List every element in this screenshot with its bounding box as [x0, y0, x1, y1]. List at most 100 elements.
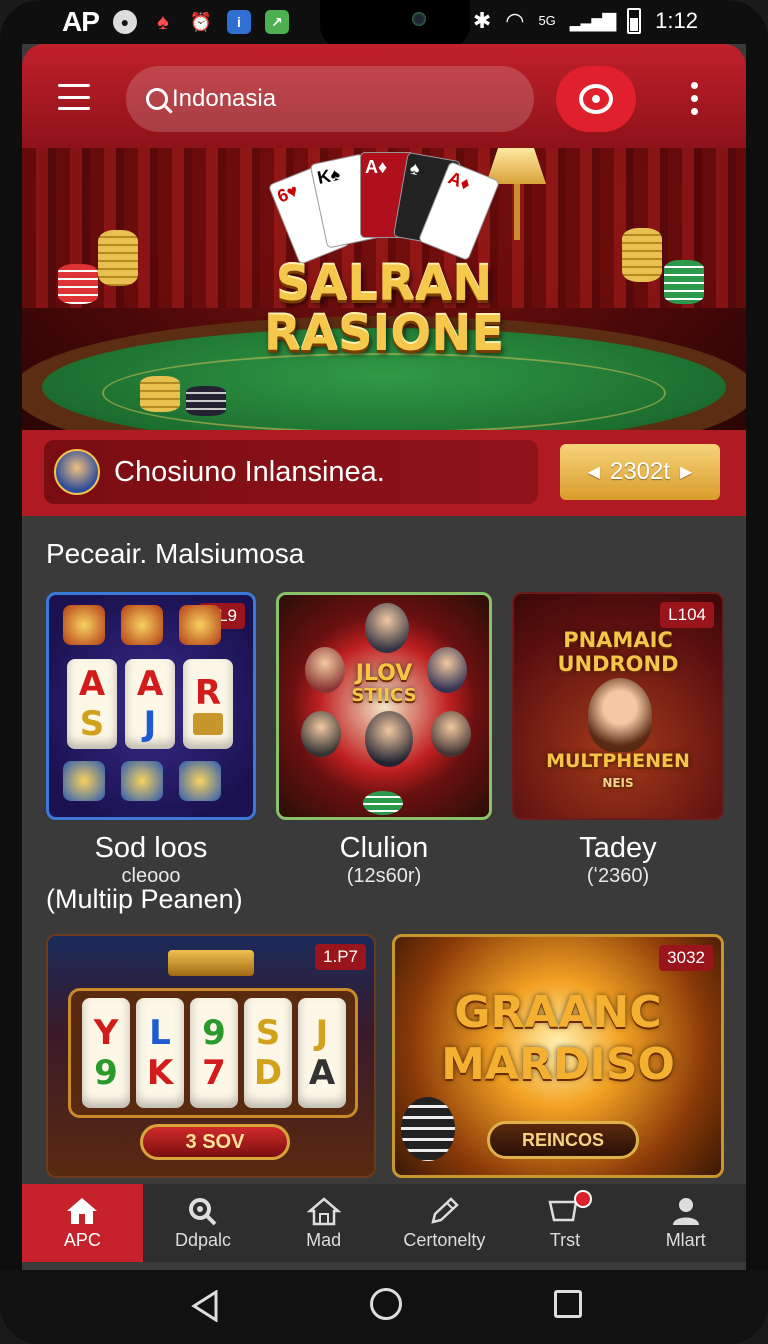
game-art-title: MARDISO — [441, 1039, 675, 1090]
reel-symbol: L — [149, 1013, 171, 1053]
nav-label: Ddpalc — [174, 1229, 232, 1250]
nav-item-profile[interactable]: Mlart — [625, 1184, 746, 1262]
slot-symbol — [63, 761, 105, 801]
status-bar: AP ● ♠ ⏰ i ↗ ✱ ◠ 5G ▂▃▅▇ 1:12 — [22, 0, 746, 48]
app-header — [22, 44, 746, 148]
home-icon — [67, 1197, 98, 1224]
game-tag: 3032 — [659, 945, 713, 971]
promo-banner[interactable]: Chosiuno Inlansinea. — [44, 440, 538, 504]
game-art-title: UNDROND — [557, 652, 679, 676]
chip-stack — [363, 791, 403, 815]
carrier-label: AP — [62, 6, 100, 37]
game-tag: L104 — [660, 602, 714, 628]
nav-item-map[interactable]: Mad — [263, 1184, 384, 1262]
reel: S D — [244, 998, 292, 1108]
game-name: Sod loos — [94, 832, 208, 864]
alarm-icon: ⏰ — [189, 11, 213, 32]
chip-stack — [401, 1097, 455, 1161]
game-caption-3: Tadey (ʻ2360) — [512, 832, 724, 888]
bottom-navigation: APC Ddpalc Mad Certonelty Trst Mlart — [22, 1184, 746, 1262]
reel-symbol: S — [255, 1013, 281, 1053]
edit-icon — [431, 1196, 460, 1224]
notification-badge — [574, 1189, 593, 1208]
portrait — [427, 647, 467, 693]
game-art-subtitle: NEIS — [602, 776, 634, 790]
hero-title-line2: RASIONE — [263, 306, 505, 362]
hero-title-line1: SALRAN — [275, 256, 493, 312]
nav-item-cart[interactable]: Trst — [505, 1184, 626, 1262]
nav-item-search[interactable]: Ddpalc — [143, 1184, 264, 1262]
slot-machine-topper — [168, 950, 254, 976]
app-screen: AP ● ♠ ⏰ i ↗ ✱ ◠ 5G ▂▃▅▇ 1:12 Indonasia … — [22, 0, 746, 1270]
portrait — [365, 603, 409, 653]
symbol-row-bottom — [63, 761, 221, 801]
promo-text: Chosiuno Inlansinea. — [114, 455, 385, 488]
cart-icon — [548, 1189, 593, 1226]
promo-strip: Chosiuno Inlansinea. ◀ 2302t ▶ — [22, 430, 746, 516]
reel: L K — [136, 998, 184, 1108]
slot-symbol — [121, 761, 163, 801]
reel-symbol: R — [194, 673, 222, 713]
promo-counter-button[interactable]: ◀ 2302t ▶ — [560, 444, 720, 500]
chest-icon — [193, 713, 223, 735]
slot-symbol — [179, 605, 221, 645]
menu-icon[interactable] — [58, 84, 90, 110]
game-art-title: MULTPHENEN — [546, 750, 690, 772]
reel-symbol: Y — [93, 1013, 119, 1053]
camera-notch — [320, 0, 470, 48]
portrait — [365, 711, 413, 767]
reel-symbol: 9 — [202, 1013, 226, 1053]
location-icon: ● — [112, 10, 137, 34]
nav-label: Certonelty — [403, 1229, 486, 1250]
search-icon — [189, 1197, 217, 1225]
search-bar[interactable] — [126, 66, 534, 132]
reel: R — [183, 659, 233, 749]
hero-banner[interactable]: 6♥ K♠ A♦ ♠ A♦ SALRAN RASIONE — [22, 148, 746, 430]
game-thumbnail-4[interactable]: 1.P7 Y 9 L K 9 7 S D J A 3 SOV — [46, 934, 376, 1178]
game-thumbnail-1[interactable]: SL9 A S A J R — [46, 592, 256, 820]
game-tag: 1.P7 — [315, 944, 366, 970]
reel: A J — [125, 659, 175, 749]
chart-icon: ↗ — [264, 10, 289, 34]
arrow-right-icon: ▶ — [680, 464, 693, 481]
section-title: Peceair. Malsiumosa — [46, 538, 305, 569]
front-camera — [412, 12, 426, 26]
reel-symbol: A — [136, 664, 164, 704]
reel: 9 7 — [190, 998, 238, 1108]
reel-symbol: 9 — [94, 1053, 118, 1093]
play-button[interactable]: REINCOS — [487, 1121, 639, 1159]
chat-button[interactable] — [556, 66, 636, 132]
slot-reels: A S A J R — [67, 659, 233, 749]
slot-symbol — [121, 605, 163, 645]
reel-symbol: A — [78, 664, 106, 704]
info-icon: i — [226, 10, 251, 34]
playing-cards: 6♥ K♠ A♦ ♠ A♦ — [267, 151, 501, 265]
home-button[interactable] — [370, 1288, 402, 1320]
signal-icon: ▂▃▅▇ — [569, 10, 616, 31]
avatar — [54, 449, 100, 495]
nav-item-certainty[interactable]: Certonelty — [384, 1184, 505, 1262]
recent-apps-button[interactable] — [554, 1290, 582, 1318]
portrait — [301, 711, 341, 757]
game-thumbnail-2[interactable]: JLOV STIICS — [276, 592, 492, 820]
reel: J A — [298, 998, 346, 1108]
reel-symbol: K — [146, 1053, 174, 1093]
slot-symbol — [179, 761, 221, 801]
search-input[interactable] — [172, 85, 512, 113]
back-icon[interactable] — [190, 1290, 220, 1322]
symbol-row-top — [63, 605, 221, 645]
chat-icon — [579, 84, 613, 114]
nav-item-home[interactable]: APC — [22, 1184, 143, 1262]
nav-label: APC — [63, 1229, 101, 1250]
nav-label: Trst — [549, 1229, 581, 1250]
slot-symbol — [63, 605, 105, 645]
game-art-title: GRAANC — [454, 987, 662, 1038]
game-thumbnail-5[interactable]: 3032 GRAANC MARDISO REINCOS — [392, 934, 724, 1178]
game-thumbnail-3[interactable]: L104 PNAMAIC UNDROND MULTPHENEN NEIS — [512, 592, 724, 820]
reel-symbol: J — [315, 1013, 329, 1053]
game-subtitle: (12s60r) — [346, 865, 422, 887]
network-label: 5G — [538, 13, 556, 28]
chip-stack — [186, 386, 226, 416]
play-button[interactable]: 3 SOV — [140, 1124, 290, 1160]
more-options-icon[interactable] — [691, 82, 698, 115]
